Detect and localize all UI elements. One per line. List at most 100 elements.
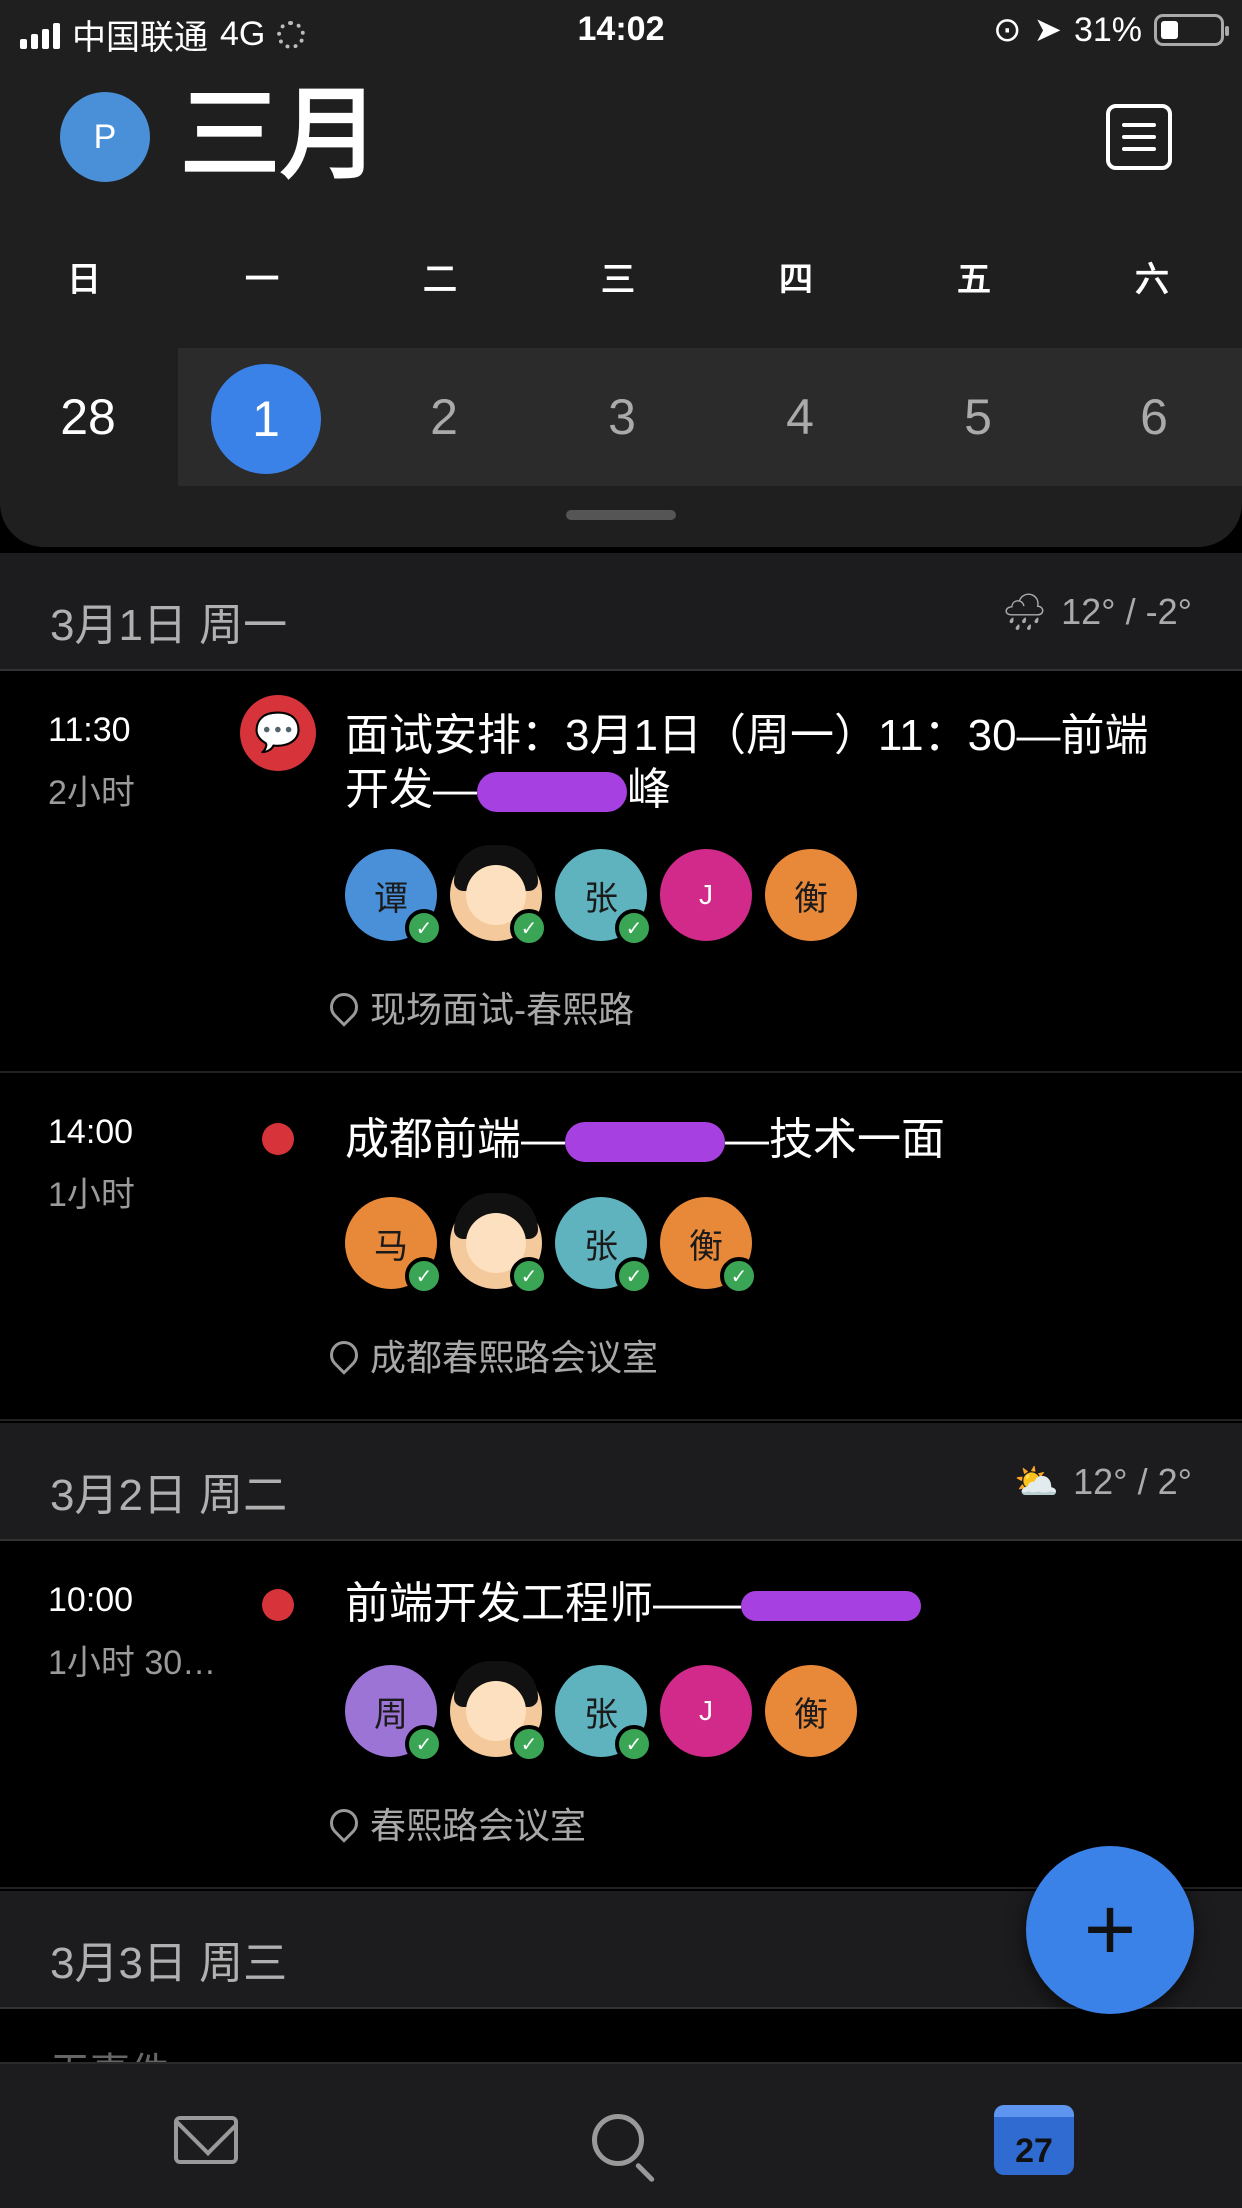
status-right: ⊙ ➤ 31%	[992, 10, 1229, 50]
day-header: 3月1日 周一 🌧 12° / -2°	[0, 553, 1242, 671]
weather: ⛅ 12° / 2°	[1014, 1461, 1192, 1503]
attendee-avatar[interactable]: J	[660, 849, 752, 941]
week-strip: 28 1 2 3 4 5 6	[0, 348, 1242, 486]
accepted-check-icon: ✓	[405, 1257, 443, 1295]
new-event-button[interactable]: +	[1026, 1846, 1194, 2014]
weekday-header: 日 一 二 三 四 五 六	[0, 252, 1242, 299]
weekday-label: 四	[779, 261, 813, 299]
list-line	[1122, 135, 1156, 139]
current-week-highlight	[178, 348, 1242, 486]
attendee-initial: 张	[584, 1695, 618, 1734]
attendee-list: 谭 ✓ ✓ 张 ✓ J 衡	[345, 845, 865, 947]
attendee-avatar[interactable]: J	[660, 1665, 752, 1757]
attendee-avatar[interactable]: 张 ✓	[555, 849, 653, 947]
location-pin-icon	[324, 1335, 364, 1375]
attendee-avatar[interactable]: 谭 ✓	[345, 849, 443, 947]
tab-search[interactable]	[578, 2100, 658, 2180]
event-duration: 1小时	[48, 1176, 135, 1214]
event-duration: 1小时 30…	[48, 1644, 217, 1682]
list-line	[1122, 147, 1156, 151]
accepted-check-icon: ✓	[615, 1725, 653, 1763]
date-cell-selected[interactable]: 1	[211, 364, 321, 474]
calendar-header: P 三月 日 一 二 三 四 五 六 28 1 2 3 4 5 6	[0, 62, 1242, 547]
search-icon	[592, 2114, 644, 2166]
event-color-dot	[262, 1589, 294, 1621]
attendee-initial: 张	[584, 1227, 618, 1266]
event-duration: 2小时	[48, 774, 135, 812]
date-cell[interactable]: 3	[567, 382, 677, 452]
attendee-list: 马 ✓ ✓ 张 ✓ 衡 ✓	[345, 1193, 765, 1295]
attendee-initial: J	[699, 1695, 713, 1726]
agenda-view-button[interactable]	[1106, 104, 1172, 170]
attendee-avatar[interactable]: 张 ✓	[555, 1665, 653, 1763]
attendee-avatar-cartoon[interactable]: ✓	[450, 845, 548, 947]
attendee-avatar[interactable]: 衡	[765, 849, 857, 941]
accepted-check-icon: ✓	[405, 1725, 443, 1763]
date-cell[interactable]: 2	[389, 382, 499, 452]
event-title: 成都前端— —技术一面	[345, 1113, 1182, 1167]
weekday-label: 三	[601, 261, 635, 299]
event-color-dot	[262, 1123, 294, 1155]
event-card[interactable]: 11:30 2小时 💬 面试安排：3月1日（周一）11：30—前端开发— 峰 谭 ✓…	[0, 671, 1242, 1073]
attendee-initial: 周	[374, 1695, 408, 1734]
expand-handle[interactable]	[566, 510, 676, 520]
mail-icon	[174, 2116, 238, 2164]
attendee-avatar[interactable]: 衡 ✓	[660, 1197, 758, 1295]
event-location: 春熙路会议室	[324, 1797, 587, 1849]
weekday-label: 日	[67, 261, 101, 299]
attendee-avatar[interactable]: 张 ✓	[555, 1197, 653, 1295]
event-location: 成都春熙路会议室	[324, 1329, 659, 1381]
weekday-label: 一	[245, 261, 279, 299]
attendee-initial: 谭	[374, 879, 408, 918]
event-title-text: 成都前端—	[345, 1115, 565, 1164]
tab-mail[interactable]	[166, 2100, 246, 2180]
weather-temp: 12° / -2°	[1061, 591, 1192, 632]
redacted-text	[741, 1591, 921, 1622]
date-cell[interactable]: 4	[745, 382, 855, 452]
attendee-initial: 马	[374, 1227, 408, 1266]
accepted-check-icon: ✓	[510, 1257, 548, 1295]
event-location: 现场面试-春熙路	[324, 981, 634, 1033]
attendee-avatar-cartoon[interactable]: ✓	[450, 1661, 548, 1763]
location-arrow-icon: ➤	[1033, 11, 1062, 49]
location-pin-icon	[324, 987, 364, 1027]
event-location-text: 春熙路会议室	[370, 1805, 587, 1846]
date-cell[interactable]: 5	[923, 382, 1033, 452]
accepted-check-icon: ✓	[615, 1257, 653, 1295]
day-label: 3月2日 周二	[50, 1471, 288, 1520]
event-title-text: 面试安排：3月1日（周一）11：30—前端开发—	[345, 711, 1149, 814]
battery-percent: 31%	[1073, 10, 1142, 49]
accepted-check-icon: ✓	[510, 1725, 548, 1763]
tab-calendar[interactable]: 27	[994, 2100, 1074, 2180]
status-bar: 中国联通 4G 14:02 ⊙ ➤ 31%	[0, 0, 1242, 62]
attendee-initial: 张	[584, 879, 618, 918]
day-header: 3月2日 周二 ⛅ 12° / 2°	[0, 1423, 1242, 1541]
event-location-text: 成都春熙路会议室	[370, 1337, 659, 1378]
partly-sunny-icon: ⛅	[1014, 1461, 1060, 1502]
attendee-avatar[interactable]: 马 ✓	[345, 1197, 443, 1295]
attendee-initial: 衡	[689, 1227, 723, 1266]
date-cell[interactable]: 28	[33, 382, 143, 452]
attendee-avatar[interactable]: 周 ✓	[345, 1665, 443, 1763]
month-title[interactable]: 三月	[180, 80, 380, 190]
event-title-tail: 峰	[627, 765, 671, 814]
attendee-avatar-cartoon[interactable]: ✓	[450, 1193, 548, 1295]
event-card[interactable]: 14:00 1小时 成都前端— —技术一面 马 ✓ ✓ 张 ✓ 衡 ✓ 成都春熙路会议室	[0, 1073, 1242, 1421]
event-location-text: 现场面试-春熙路	[370, 989, 634, 1030]
redacted-text	[477, 772, 627, 813]
weekday-label: 二	[423, 261, 457, 299]
rotation-lock-icon: ⊙	[992, 11, 1022, 49]
tab-bar: 27	[0, 2062, 1242, 2208]
accepted-check-icon: ✓	[510, 909, 548, 947]
date-cell[interactable]: 6	[1099, 382, 1209, 452]
event-title-text: 前端开发工程师——	[345, 1579, 741, 1628]
event-time: 14:00	[48, 1113, 134, 1151]
attendee-list: 周 ✓ ✓ 张 ✓ J 衡	[345, 1661, 865, 1763]
weather-temp: 12° / 2°	[1073, 1461, 1192, 1502]
rain-cloud-icon: 🌧	[1001, 591, 1048, 632]
event-card[interactable]: 10:00 1小时 30… 前端开发工程师—— 周 ✓ ✓ 张 ✓ J 衡 春熙路会…	[0, 1541, 1242, 1889]
attendee-initial: J	[699, 879, 713, 910]
accepted-check-icon: ✓	[405, 909, 443, 947]
account-avatar[interactable]: P	[60, 92, 150, 182]
attendee-avatar[interactable]: 衡	[765, 1665, 857, 1757]
